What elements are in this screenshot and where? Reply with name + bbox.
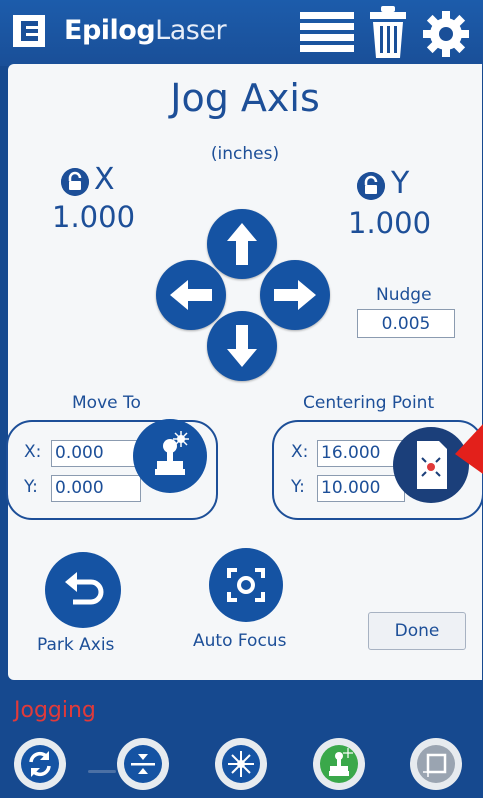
status-text: Jogging — [14, 698, 96, 723]
jog-laser-button[interactable] — [313, 738, 365, 790]
centering-point-label: Centering Point — [303, 393, 435, 413]
centering-y-label: Y: — [291, 477, 305, 497]
dialog-title: Jog Axis — [170, 76, 320, 120]
move-to-x-label: X: — [24, 442, 42, 462]
move-to-y-label: Y: — [24, 477, 38, 497]
centering-x-label: X: — [291, 442, 309, 462]
gear-icon[interactable] — [422, 10, 470, 58]
top-bar: EpilogLaser — [0, 0, 483, 66]
laser-icon — [222, 745, 260, 783]
jog-axis-dialog: Jog Axis (inches) X 1.000 Y 1.000 Nudge … — [6, 64, 483, 680]
move-to-y-input[interactable]: 0.000 — [51, 475, 141, 502]
y-axis-label: Y — [391, 166, 410, 201]
trash-icon[interactable] — [368, 6, 408, 60]
auto-focus-button[interactable] — [209, 548, 283, 622]
centering-x-input[interactable]: 16.000 — [317, 440, 405, 467]
focus-camera-icon — [227, 568, 265, 602]
refresh-button[interactable] — [14, 738, 66, 790]
laser-button[interactable] — [215, 738, 267, 790]
jog-down-button[interactable] — [207, 311, 277, 381]
nudge-input[interactable]: 0.005 — [357, 309, 455, 338]
done-button[interactable]: Done — [368, 612, 466, 650]
return-arrow-icon — [65, 572, 104, 605]
frame-icon — [417, 745, 455, 783]
y-axis-value: 1.000 — [348, 206, 432, 240]
centering-y-input[interactable]: 10.000 — [317, 475, 405, 502]
joystick-laser-icon — [155, 431, 189, 475]
y-lock-icon[interactable] — [357, 172, 385, 200]
focus-height-button[interactable] — [117, 738, 169, 790]
menu-icon[interactable] — [300, 12, 354, 54]
x-lock-icon[interactable] — [61, 168, 89, 196]
jog-laser-icon — [320, 745, 358, 783]
x-axis-value: 1.000 — [52, 200, 136, 234]
units-label: (inches) — [210, 144, 280, 164]
move-to-x-input[interactable]: 0.000 — [51, 440, 141, 467]
park-axis-label: Park Axis — [37, 635, 115, 655]
arrow-down-icon — [227, 325, 257, 367]
refresh-icon — [21, 745, 59, 783]
focus-height-icon — [124, 745, 162, 783]
move-to-label: Move To — [72, 393, 141, 413]
nudge-label: Nudge — [376, 285, 432, 305]
pointer-arrow-icon — [455, 424, 483, 474]
brand-name: EpilogLaser — [64, 15, 227, 46]
auto-focus-label: Auto Focus — [193, 631, 287, 651]
frame-button[interactable] — [410, 738, 462, 790]
move-to-button[interactable] — [133, 419, 207, 493]
divider — [88, 770, 116, 773]
park-axis-button[interactable] — [45, 552, 121, 628]
epilog-logo-icon — [13, 15, 45, 47]
x-axis-label: X — [94, 162, 115, 197]
